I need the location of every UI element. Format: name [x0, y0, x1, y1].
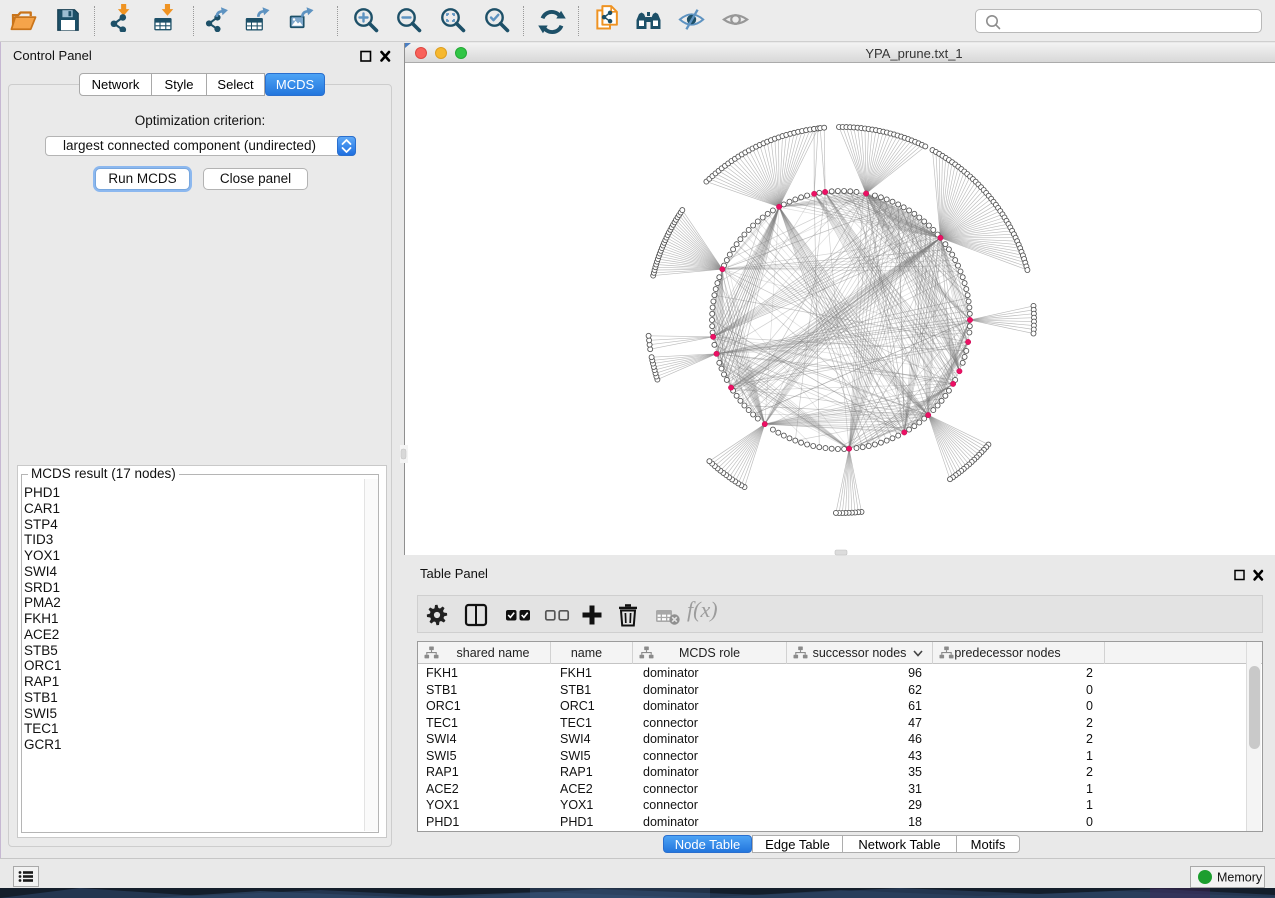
svg-text:Memory: Memory [1217, 871, 1263, 885]
